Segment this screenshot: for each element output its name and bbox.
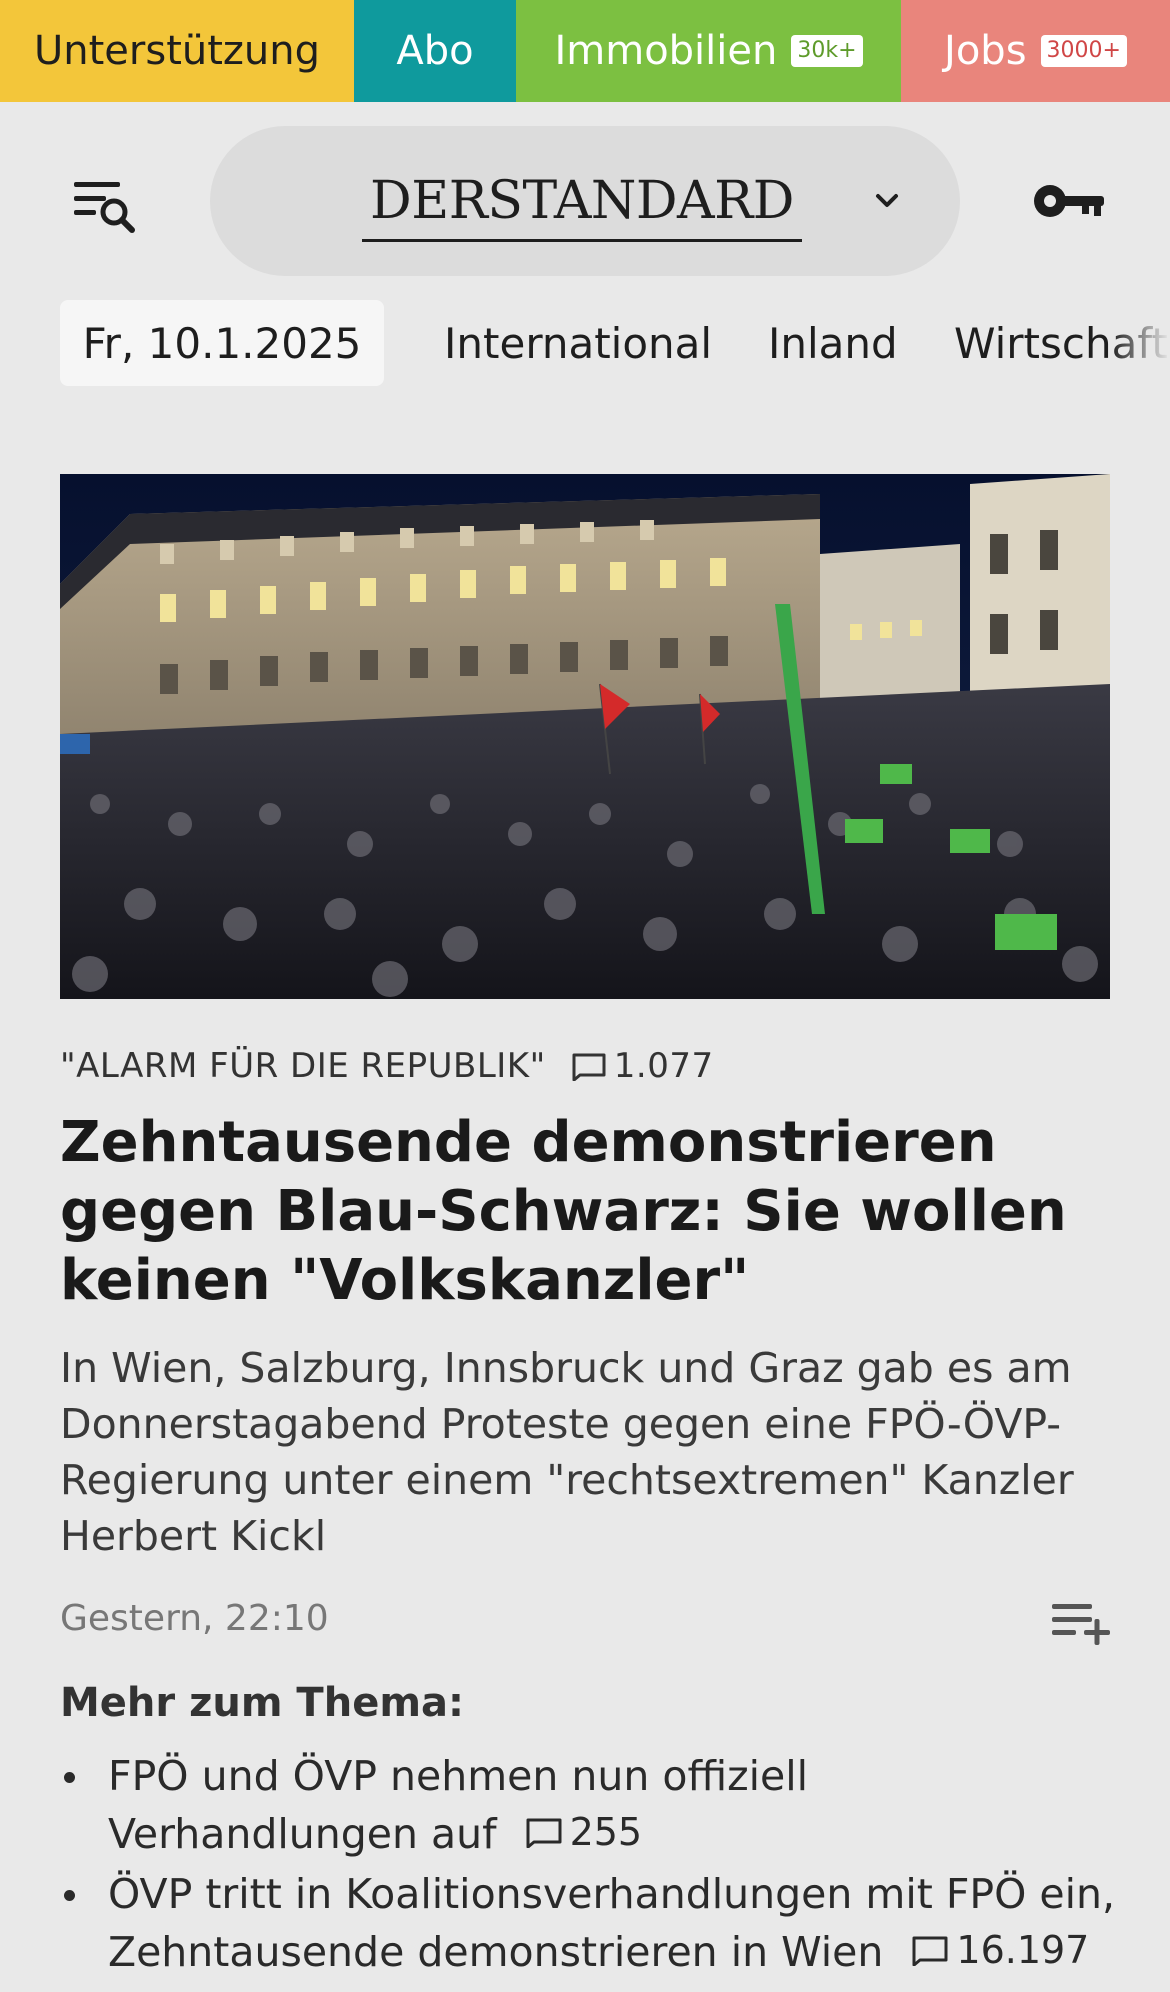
list-bullet <box>64 1890 75 1901</box>
related-postings-link[interactable]: 16.197 <box>910 1922 1089 1978</box>
related-postings-count: 255 <box>569 1810 643 1854</box>
comment-icon <box>912 1936 948 1966</box>
article-headline[interactable]: Zehntausende demonstrieren gegen Blau-Sc… <box>60 1108 1120 1315</box>
immobilien-link[interactable]: Immobilien 30k+ <box>516 0 901 102</box>
jobs-count-badge: 3000+ <box>1040 35 1127 67</box>
related-article-title: FPÖ und ÖVP nehmen nun offiziell Verhand… <box>108 1752 809 1858</box>
nav-item-inland[interactable]: Inland <box>768 300 898 386</box>
ressort-nav: Fr, 10.1.2025 International Inland Wirts… <box>0 300 1170 388</box>
related-article-link[interactable]: FPÖ und ÖVP nehmen nun offiziell Verhand… <box>60 1748 1120 1862</box>
comment-icon <box>572 1053 606 1081</box>
immobilien-count-badge: 30k+ <box>791 35 863 67</box>
chevron-down-icon <box>876 194 898 207</box>
article-kicker: "ALARM FÜR DIE REPUBLIK" 1.077 <box>60 1044 714 1088</box>
logo-dropdown-button[interactable] <box>870 184 904 218</box>
list-bullet <box>64 1772 75 1783</box>
support-link[interactable]: Unterstützung <box>0 0 354 102</box>
more-on-topic-list: FPÖ und ÖVP nehmen nun offiziell Verhand… <box>60 1748 1120 1984</box>
abo-label: Abo <box>396 28 474 74</box>
jobs-label: Jobs <box>944 28 1027 74</box>
login-button[interactable] <box>1030 176 1110 226</box>
nav-item-international[interactable]: International <box>444 300 712 386</box>
kicker-text: "ALARM FÜR DIE REPUBLIK" <box>60 1046 546 1086</box>
playlist-add-icon <box>1052 1604 1110 1645</box>
article-timestamp: Gestern, 22:10 <box>60 1598 329 1639</box>
article-hero-image[interactable] <box>60 474 1110 999</box>
more-on-topic-heading: Mehr zum Thema: <box>60 1680 464 1726</box>
site-logo[interactable]: DERSTANDARD <box>362 162 802 242</box>
add-to-reading-list-button[interactable] <box>1050 1598 1112 1646</box>
abo-link[interactable]: Abo <box>354 0 516 102</box>
protest-photo <box>60 474 1110 999</box>
related-postings-count: 16.197 <box>956 1928 1090 1972</box>
article-postings-link[interactable]: 1.077 <box>570 1046 714 1086</box>
menu-search-icon <box>74 182 135 233</box>
jobs-link[interactable]: Jobs 3000+ <box>901 0 1170 102</box>
nav-fade <box>1110 300 1170 386</box>
service-bar: Unterstützung Abo Immobilien 30k+ Jobs 3… <box>0 0 1170 102</box>
article-lead: In Wien, Salzburg, Innsbruck und Graz ga… <box>60 1344 1074 1560</box>
key-icon <box>1034 185 1104 217</box>
related-article-link[interactable]: ÖVP tritt in Koalitionsverhandlungen mit… <box>60 1866 1120 1980</box>
comment-icon <box>526 1818 562 1848</box>
logo-pill: DERSTANDARD <box>210 126 960 276</box>
immobilien-label: Immobilien <box>554 28 778 74</box>
date-chip[interactable]: Fr, 10.1.2025 <box>60 300 384 386</box>
postings-count: 1.077 <box>613 1046 714 1086</box>
menu-search-button[interactable] <box>70 176 140 236</box>
related-postings-link[interactable]: 255 <box>524 1804 643 1860</box>
support-label: Unterstützung <box>33 28 320 74</box>
